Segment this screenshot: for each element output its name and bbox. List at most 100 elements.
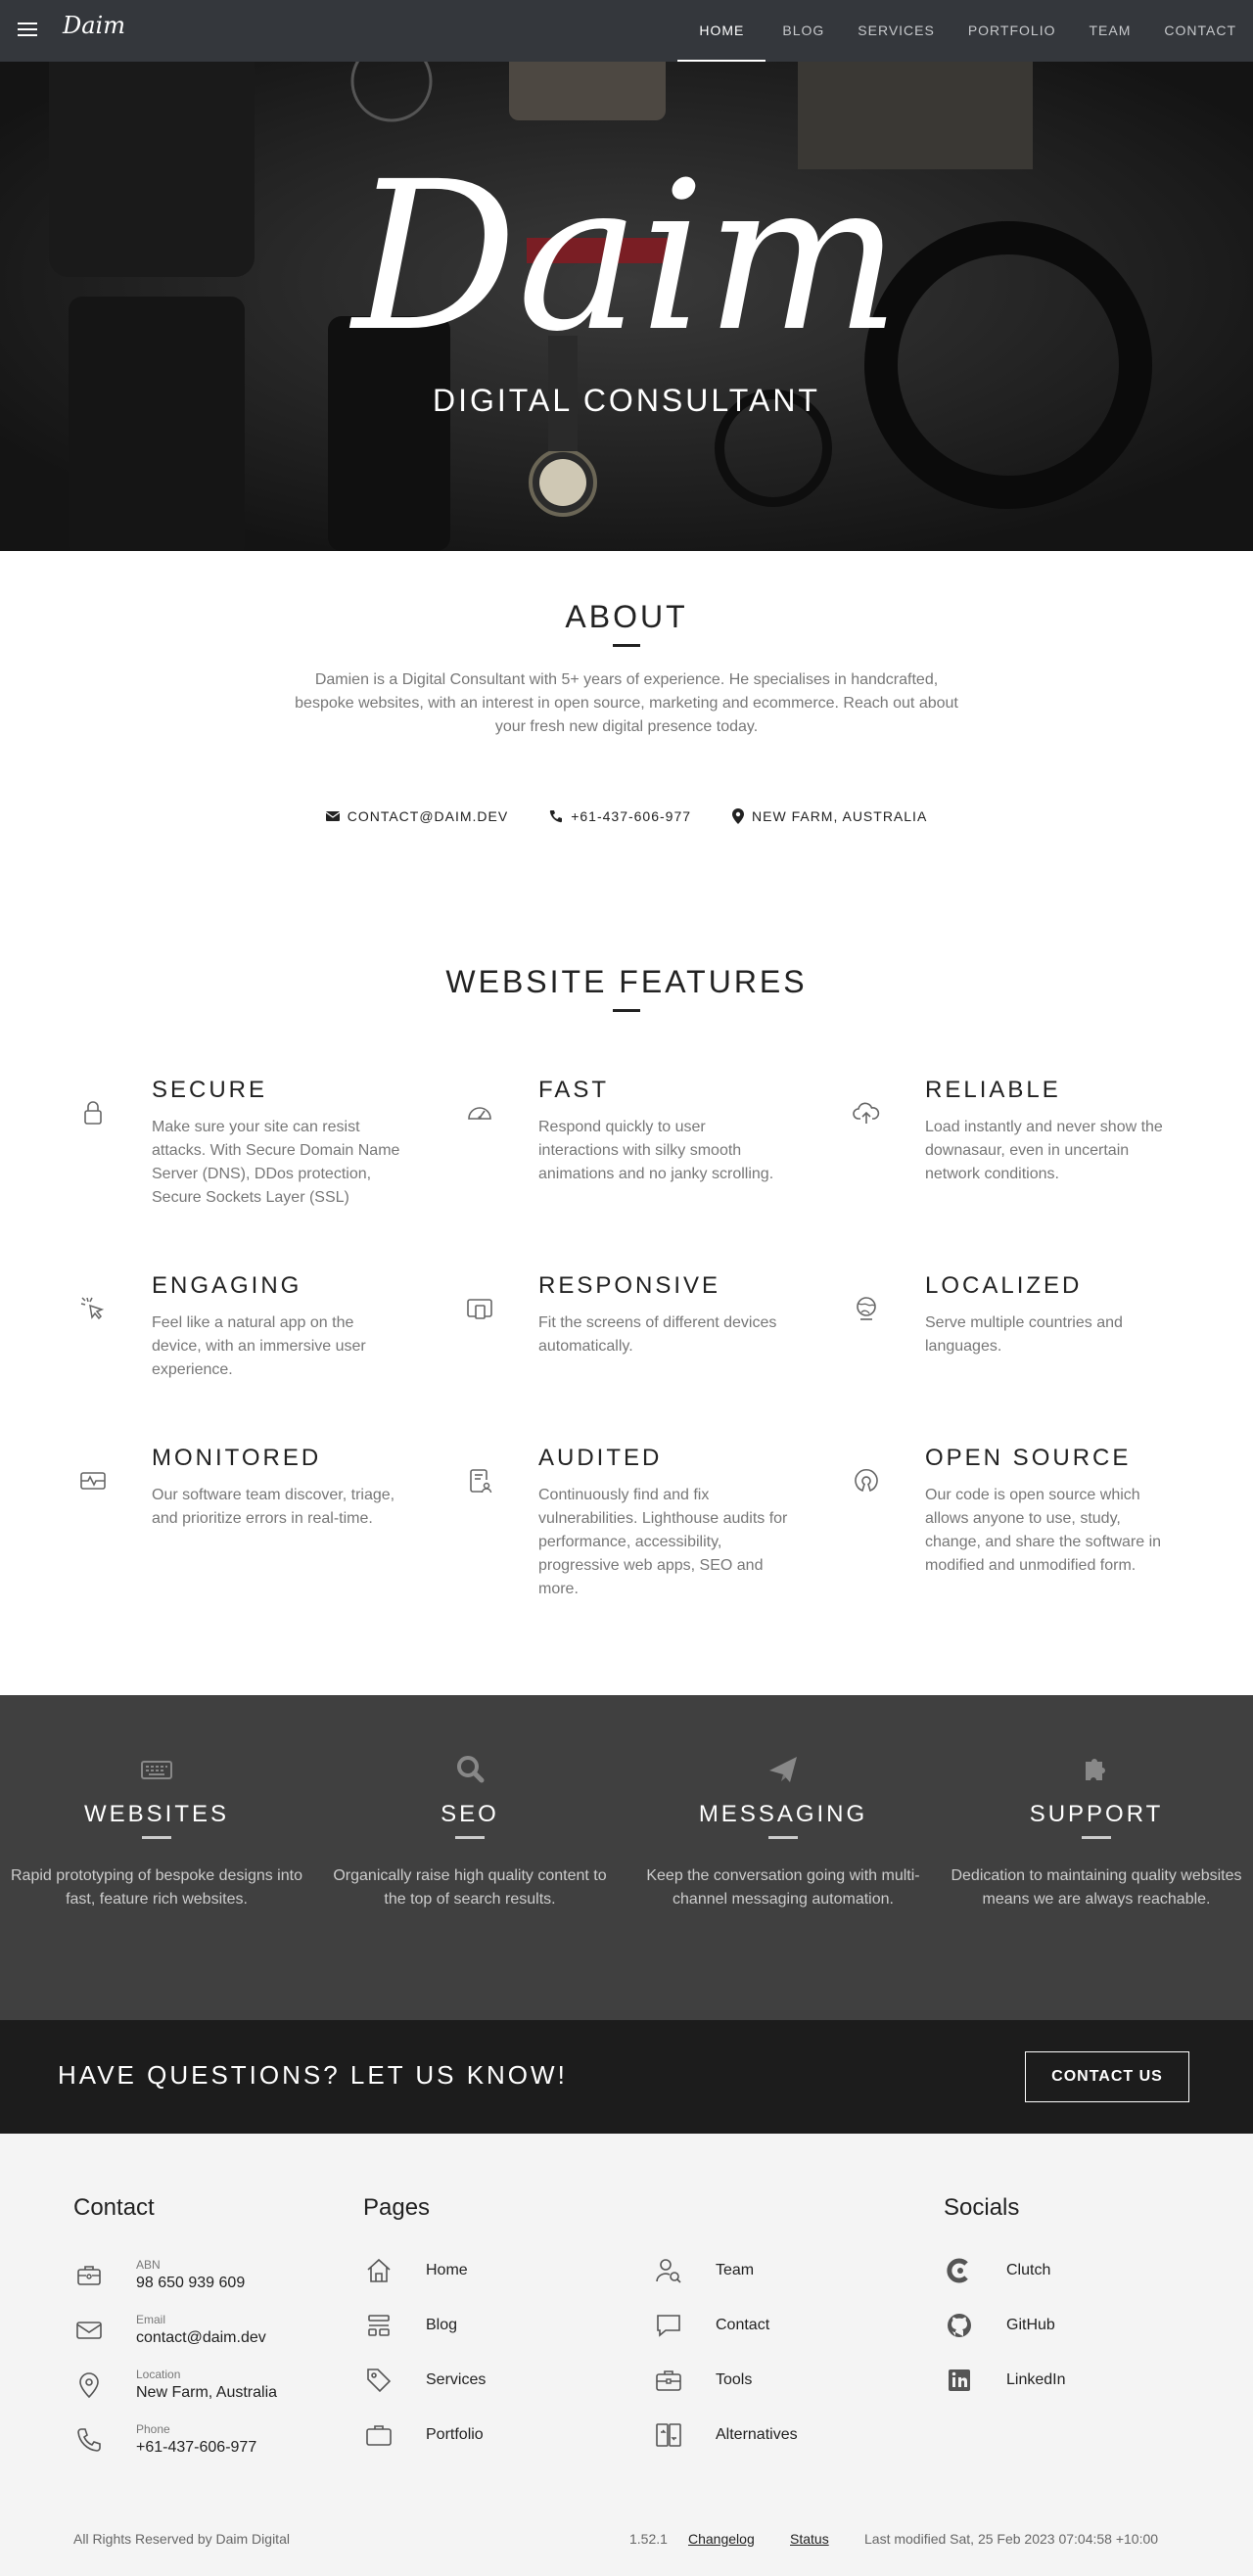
feature-title: AUDITED	[538, 1445, 663, 1471]
feature-title: LOCALIZED	[925, 1272, 1083, 1299]
features-underline	[613, 1009, 640, 1012]
feature-text: Load instantly and never show the downas…	[925, 1119, 1163, 1182]
nav-link-portfolio[interactable]: PORTFOLIO	[951, 0, 1073, 62]
footer-link-portfolio[interactable]: Portfolio	[363, 2419, 484, 2451]
footer-link-label[interactable]: Portfolio	[426, 2426, 484, 2444]
footer-email-label: Email	[136, 2313, 166, 2326]
service-underline	[768, 1836, 798, 1839]
footer-link-label[interactable]: Home	[426, 2262, 468, 2279]
footer-social-label[interactable]: LinkedIn	[1006, 2371, 1066, 2389]
nav-link-home[interactable]: HOME	[677, 0, 766, 62]
about-location[interactable]: NEW FARM, AUSTRALIA	[732, 808, 927, 824]
changelog-link[interactable]: Changelog	[688, 2531, 755, 2547]
open-source-icon	[855, 1469, 878, 1493]
footer-link-label[interactable]: Tools	[716, 2371, 752, 2389]
feature-text: Serve multiple countries and languages.	[925, 1314, 1123, 1355]
feature-text: Our software team discover, triage, and …	[152, 1487, 395, 1527]
linkedin-icon	[949, 2369, 970, 2391]
footer-phone[interactable]: Phone +61-437-606-977	[73, 2422, 256, 2457]
feature-localized: LOCALIZED Serve multiple countries and l…	[852, 1272, 1175, 1358]
feature-text: Our code is open source which allows any…	[925, 1487, 1162, 1574]
feature-title: ENGAGING	[152, 1272, 302, 1299]
github-icon	[948, 2314, 971, 2337]
footer-link-label[interactable]: Alternatives	[716, 2426, 798, 2444]
footer-link-tools[interactable]: Tools	[653, 2365, 752, 2396]
phone-solid-icon	[550, 810, 563, 823]
footer-link-alternatives[interactable]: Alternatives	[653, 2419, 798, 2451]
footer-contact-heading: Contact	[73, 2194, 155, 2221]
feature-title: RESPONSIVE	[538, 1272, 721, 1299]
footer-abn-value: 98 650 939 609	[136, 2275, 246, 2291]
footer-abn-label: ABN	[136, 2258, 161, 2272]
footer-social-label[interactable]: Clutch	[1006, 2262, 1050, 2279]
copyright: All Rights Reserved by Daim Digital	[73, 2531, 290, 2547]
about-email-text: CONTACT@DAIM.DEV	[347, 808, 509, 824]
service-underline	[455, 1836, 485, 1839]
footer-link-team[interactable]: Team	[653, 2255, 754, 2286]
layout-icon	[368, 2315, 390, 2336]
paper-plane-icon	[769, 1757, 797, 1782]
service-title: WEBSITES	[83, 1801, 230, 1827]
footer-social-clutch[interactable]: Clutch	[944, 2255, 1050, 2286]
feature-title: SECURE	[152, 1077, 268, 1103]
contact-us-button[interactable]: CONTACT US	[1025, 2051, 1189, 2102]
about-phone-text: +61-437-606-977	[571, 808, 692, 824]
about-email[interactable]: CONTACT@DAIM.DEV	[325, 808, 509, 824]
footer-link-label[interactable]: Contact	[716, 2317, 769, 2334]
nav-link-contact[interactable]: CONTACT	[1147, 0, 1253, 62]
feature-text: Continuously find and fix vulnerabilitie…	[538, 1487, 788, 1597]
nav-link-services[interactable]: SERVICES	[841, 0, 951, 62]
feature-text: Respond quickly to user interactions wit…	[538, 1119, 774, 1182]
footer-phone-label: Phone	[136, 2422, 170, 2436]
nav-link-team[interactable]: TEAM	[1072, 0, 1147, 62]
feature-text: Feel like a natural app on the device, w…	[152, 1314, 366, 1378]
puzzle-icon	[1086, 1759, 1105, 1780]
cta-question: HAVE QUESTIONS? LET US KNOW!	[58, 2060, 568, 2090]
footer-pages-heading: Pages	[363, 2194, 431, 2221]
report-user-icon	[470, 1469, 492, 1494]
feature-text: Make sure your site can resist attacks. …	[152, 1119, 400, 1206]
features-heading: WEBSITE FEATURES	[445, 964, 808, 999]
footer-link-services[interactable]: Services	[363, 2365, 486, 2396]
footer-link-contact[interactable]: Contact	[653, 2310, 769, 2341]
footer-socials-heading: Socials	[944, 2194, 1020, 2221]
service-title: SEO	[441, 1801, 499, 1827]
speedometer-icon	[468, 1107, 491, 1120]
feature-title: MONITORED	[152, 1445, 322, 1471]
feature-open-source: OPEN SOURCE Our code is open source whic…	[852, 1445, 1175, 1578]
version: 1.52.1	[629, 2531, 668, 2547]
footer-social-github[interactable]: GitHub	[944, 2310, 1055, 2341]
footer-link-home[interactable]: Home	[363, 2255, 468, 2286]
service-support: SUPPORT Dedication to maintaining qualit…	[950, 1750, 1243, 1911]
footer-social-label[interactable]: GitHub	[1006, 2317, 1055, 2334]
status-link[interactable]: Status	[790, 2531, 829, 2547]
service-text: Organically raise high quality content t…	[333, 1867, 607, 1908]
footer-email[interactable]: Email contact@daim.dev	[73, 2313, 266, 2347]
menu-icon[interactable]	[18, 23, 37, 38]
footer-email-value[interactable]: contact@daim.dev	[136, 2329, 266, 2347]
feature-audited: AUDITED Continuously find and fix vulner…	[465, 1445, 788, 1601]
nav-logo[interactable]: Daim	[63, 12, 125, 39]
monitor-pulse-icon	[80, 1472, 106, 1490]
hero-subtitle: DIGITAL CONSULTANT	[433, 383, 820, 418]
footer-abn: ABN 98 650 939 609	[73, 2258, 245, 2292]
feature-fast: FAST Respond quickly to user interaction…	[465, 1077, 788, 1186]
footer-link-label[interactable]: Services	[426, 2371, 486, 2389]
nav-link-blog[interactable]: BLOG	[766, 0, 841, 62]
envelope-icon	[325, 811, 340, 821]
feature-secure: SECURE Make sure your site can resist at…	[78, 1077, 401, 1210]
footer-location-label: Location	[136, 2368, 181, 2381]
map-pin-icon	[79, 2371, 99, 2398]
footer-link-label[interactable]: Blog	[426, 2317, 457, 2334]
footer-social-linkedin[interactable]: LinkedIn	[944, 2365, 1066, 2396]
cta-band: HAVE QUESTIONS? LET US KNOW! CONTACT US	[0, 2020, 1253, 2134]
last-modified: Last modified Sat, 25 Feb 2023 07:04:58 …	[864, 2531, 1159, 2547]
feature-title: FAST	[538, 1077, 610, 1103]
footer-link-blog[interactable]: Blog	[363, 2310, 457, 2341]
footer-link-label[interactable]: Team	[716, 2262, 754, 2279]
service-text: Keep the conversation going with multi-c…	[646, 1867, 920, 1908]
about-phone[interactable]: +61-437-606-977	[549, 808, 691, 824]
service-text: Rapid prototyping of bespoke designs int…	[11, 1867, 302, 1908]
footer-phone-value[interactable]: +61-437-606-977	[136, 2439, 256, 2457]
service-seo: SEO Organically raise high quality conte…	[323, 1750, 617, 1911]
